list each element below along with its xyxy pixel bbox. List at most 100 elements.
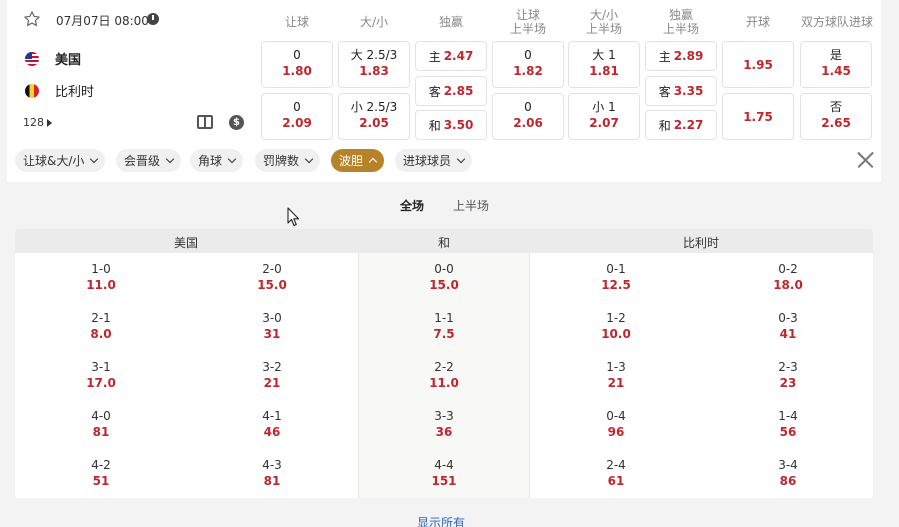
score-cell-away[interactable]: 1-4 56: [738, 409, 838, 440]
score-odds: 46: [263, 425, 281, 439]
odds-handicap-1h-home[interactable]: 0 1.82: [492, 41, 564, 88]
away-team: 比利时: [25, 81, 94, 100]
odds-btts-yes[interactable]: 是 1.45: [800, 41, 872, 88]
tab-first-half[interactable]: 上半场: [453, 197, 489, 214]
odds-moneyline-home[interactable]: 主 2.47: [415, 41, 487, 71]
stats-field-icon[interactable]: [197, 115, 213, 129]
score-cell-home[interactable]: 3-2 21: [222, 360, 322, 391]
colhead-kickoff: 开球: [745, 15, 770, 29]
score-cell-draw[interactable]: 3-3 36: [394, 409, 494, 440]
odds-kickoff-away[interactable]: 1.75: [722, 93, 794, 140]
score-label: 0-4: [606, 409, 626, 423]
more-markets-count: 128: [23, 116, 44, 129]
filter-correct-score[interactable]: 波胆: [331, 149, 385, 172]
score-label: 2-0: [262, 262, 282, 276]
filter-corners[interactable]: 角球: [190, 149, 244, 172]
filter-cards[interactable]: 罚牌数: [255, 149, 321, 172]
odds-btts-no[interactable]: 否 2.65: [800, 93, 872, 140]
home-team: 美国: [25, 49, 81, 68]
score-label: 3-3: [434, 409, 454, 423]
score-odds: 31: [263, 327, 281, 341]
odds-moneyline-1h-away[interactable]: 客 3.35: [645, 76, 717, 106]
score-cell-away[interactable]: 0-3 41: [738, 311, 838, 342]
score-cell-away[interactable]: 1-2 10.0: [566, 311, 666, 342]
score-odds: 11.0: [86, 278, 116, 292]
score-cell-home[interactable]: 4-0 81: [51, 409, 151, 440]
colhead-handicap-1h: 让球 上半场: [509, 8, 546, 36]
correct-score-header: 美国 和 比利时: [15, 229, 873, 253]
score-odds: 151: [431, 474, 457, 488]
score-cell-away[interactable]: 0-1 12.5: [566, 262, 666, 293]
score-odds: 21: [607, 376, 625, 390]
score-cell-home[interactable]: 4-1 46: [222, 409, 322, 440]
show-all-link[interactable]: 显示所有: [417, 514, 465, 527]
score-odds: 12.5: [601, 278, 631, 292]
filter-goalscorers[interactable]: 进球球员: [395, 149, 473, 172]
score-cell-away[interactable]: 3-4 86: [738, 458, 838, 489]
score-cell-draw[interactable]: 2-2 11.0: [394, 360, 494, 391]
score-odds: 7.5: [433, 327, 455, 341]
score-cell-away[interactable]: 0-4 96: [566, 409, 666, 440]
odds-handicap-away[interactable]: 0 2.09: [261, 93, 333, 140]
odds-moneyline-1h-draw[interactable]: 和 2.27: [645, 110, 717, 140]
score-label: 4-4: [434, 458, 454, 472]
score-cell-draw[interactable]: 1-1 7.5: [394, 311, 494, 342]
score-odds: 81: [92, 425, 110, 439]
score-cell-home[interactable]: 3-0 31: [222, 311, 322, 342]
score-label: 1-4: [778, 409, 798, 423]
score-label: 1-1: [434, 311, 454, 325]
score-cell-home[interactable]: 2-1 8.0: [51, 311, 151, 342]
score-label: 1-3: [606, 360, 626, 374]
score-label: 0-2: [778, 262, 798, 276]
mouse-cursor-icon: [287, 207, 300, 227]
odds-under-1h[interactable]: 小 1 2.07: [568, 93, 640, 140]
odds-moneyline-draw[interactable]: 和 3.50: [415, 110, 487, 140]
score-label: 3-1: [91, 360, 111, 374]
chevron-up-icon: [368, 157, 378, 167]
match-header: 07月07日 08:00 美国 比利时 128 $ 让球 大/小 独赢 让球 上半…: [7, 0, 881, 182]
odds-kickoff-home[interactable]: 1.95: [722, 41, 794, 88]
score-odds: 21: [263, 376, 281, 390]
colhead-moneyline: 独赢: [438, 15, 463, 29]
odds-moneyline-away[interactable]: 客 2.85: [415, 76, 487, 106]
close-icon[interactable]: [856, 151, 874, 169]
odds-handicap-1h-away[interactable]: 0 2.06: [492, 93, 564, 140]
score-odds: 61: [607, 474, 625, 488]
odds-over-1h[interactable]: 大 1 1.81: [568, 41, 640, 88]
score-cell-away[interactable]: 2-4 61: [566, 458, 666, 489]
score-odds: 10.0: [601, 327, 631, 341]
odds-over[interactable]: 大 2.5/3 1.83: [338, 41, 410, 88]
odds-moneyline-1h-home[interactable]: 主 2.89: [645, 41, 717, 71]
score-label: 2-1: [91, 311, 111, 325]
score-cell-home[interactable]: 2-0 15.0: [222, 262, 322, 293]
cashout-dollar-icon[interactable]: $: [229, 115, 244, 130]
score-cell-away[interactable]: 1-3 21: [566, 360, 666, 391]
odds-under[interactable]: 小 2.5/3 2.05: [338, 93, 410, 140]
score-cell-away[interactable]: 2-3 23: [738, 360, 838, 391]
more-markets-link[interactable]: 128: [23, 116, 52, 129]
chevron-down-icon: [304, 154, 314, 164]
favorite-star-icon[interactable]: [23, 10, 41, 28]
score-cell-draw[interactable]: 4-4 151: [394, 458, 494, 489]
away-team-name: 比利时: [55, 85, 95, 100]
score-cell-home[interactable]: 1-0 11.0: [51, 262, 151, 293]
score-cell-draw[interactable]: 0-0 15.0: [394, 262, 494, 293]
score-cell-away[interactable]: 0-2 18.0: [738, 262, 838, 293]
tab-full-time[interactable]: 全场: [400, 197, 424, 214]
score-odds: 51: [92, 474, 110, 488]
odds-handicap-home[interactable]: 0 1.80: [261, 41, 333, 88]
score-cell-home[interactable]: 3-1 17.0: [51, 360, 151, 391]
filter-qualify[interactable]: 会晋级: [116, 149, 182, 172]
caret-right-icon: [47, 118, 52, 127]
score-cell-home[interactable]: 4-2 51: [51, 458, 151, 489]
score-odds: 86: [779, 474, 797, 488]
clock-icon: [147, 13, 159, 25]
belgium-flag-icon: [25, 83, 39, 98]
score-label: 2-4: [606, 458, 626, 472]
score-label: 0-1: [606, 262, 626, 276]
filter-handicap-ou[interactable]: 让球&大/小: [15, 149, 106, 172]
score-label: 0-3: [778, 311, 798, 325]
score-label: 3-4: [778, 458, 798, 472]
score-cell-home[interactable]: 4-3 81: [222, 458, 322, 489]
colhead-over-under-1h: 大/小 上半场: [585, 8, 622, 36]
